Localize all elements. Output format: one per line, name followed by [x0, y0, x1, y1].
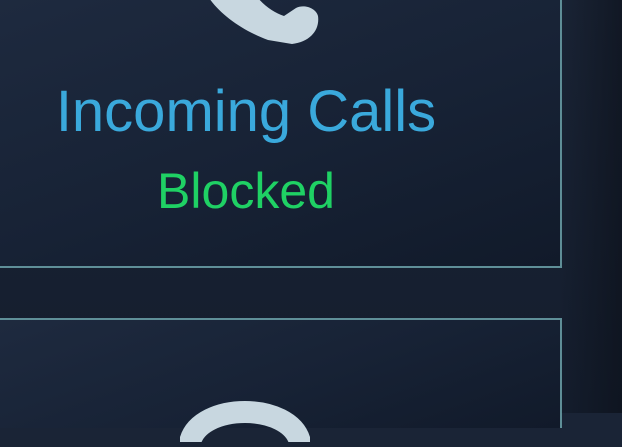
second-card[interactable]	[0, 318, 562, 447]
phone-icon	[192, 0, 324, 48]
card-title: Incoming Calls	[55, 79, 437, 144]
incoming-calls-card[interactable]: Incoming Calls Blocked	[0, 0, 562, 268]
phone-icon	[179, 382, 311, 447]
edge-shadow	[560, 0, 622, 413]
status-label: Blocked	[157, 163, 335, 219]
